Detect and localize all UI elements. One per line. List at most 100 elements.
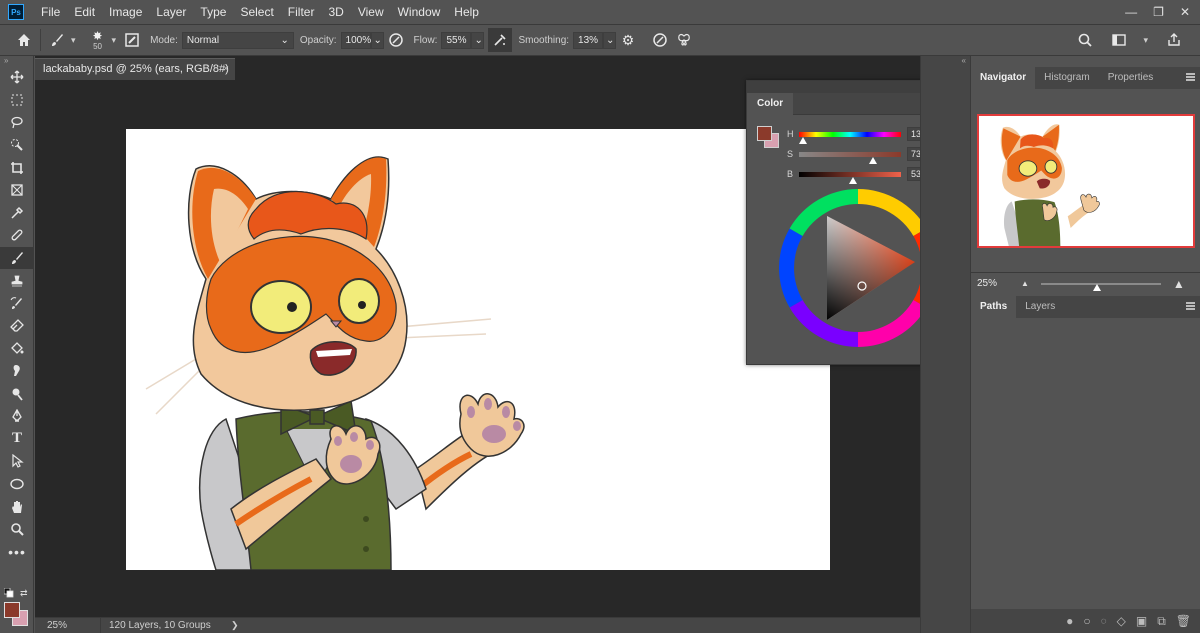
- chevron-down-icon[interactable]: ▾: [71, 35, 76, 46]
- stroke-path-icon[interactable]: ○: [1083, 614, 1090, 628]
- hand-tool-icon[interactable]: [0, 495, 34, 518]
- share-icon[interactable]: [1162, 28, 1186, 52]
- close-button[interactable]: ✕: [1180, 5, 1190, 19]
- menu-help[interactable]: Help: [447, 0, 486, 24]
- collapse-arrows-icon[interactable]: «: [921, 56, 970, 66]
- maximize-button[interactable]: ❐: [1153, 5, 1164, 19]
- new-path-icon[interactable]: ⧉: [1157, 614, 1166, 629]
- brush-tool-icon[interactable]: [45, 28, 69, 52]
- smoothing-input[interactable]: 13%: [573, 31, 604, 49]
- saturation-slider-thumb[interactable]: [869, 156, 877, 164]
- brush-tool-icon[interactable]: [0, 246, 34, 270]
- zoom-tool-icon[interactable]: [0, 518, 34, 541]
- paint-bucket-tool-icon[interactable]: [0, 337, 34, 360]
- menu-file[interactable]: File: [34, 0, 67, 24]
- eyedropper-tool-icon[interactable]: [0, 202, 34, 225]
- brush-preset-picker[interactable]: ✸ 50: [86, 30, 110, 51]
- menu-layer[interactable]: Layer: [149, 0, 193, 24]
- document-tab[interactable]: lackababy.psd @ 25% (ears, RGB/8#) ×: [35, 58, 235, 80]
- gear-icon[interactable]: ⚙: [616, 28, 640, 52]
- airbrush-icon[interactable]: [488, 28, 513, 52]
- zoom-in-icon[interactable]: ▲: [1173, 277, 1185, 291]
- type-tool-icon[interactable]: T: [0, 428, 34, 451]
- canvas[interactable]: [126, 129, 830, 570]
- close-tab-icon[interactable]: ×: [223, 59, 229, 80]
- paths-list[interactable]: [971, 321, 1200, 611]
- brightness-slider[interactable]: [799, 171, 901, 184]
- zoom-level-field[interactable]: 25%: [35, 618, 101, 633]
- chevron-down-icon[interactable]: ▾: [112, 35, 117, 46]
- workspace-icon[interactable]: [1107, 28, 1131, 52]
- color-panel-foreground-swatch[interactable]: [757, 126, 772, 141]
- tab-color[interactable]: Color: [747, 92, 794, 115]
- chevron-down-icon[interactable]: ▾: [1143, 35, 1148, 46]
- zoom-out-icon[interactable]: ▲: [1021, 279, 1029, 288]
- color-wheel[interactable]: [777, 187, 939, 349]
- pressure-size-icon[interactable]: [648, 28, 672, 52]
- mode-select[interactable]: Normal ⌄: [181, 31, 294, 49]
- saturation-slider[interactable]: [799, 151, 901, 164]
- dodge-tool-icon[interactable]: [0, 382, 34, 405]
- marquee-tool-icon[interactable]: [0, 89, 34, 112]
- swap-colors-icon[interactable]: ⇄: [20, 588, 28, 599]
- history-brush-tool-icon[interactable]: [0, 292, 34, 315]
- menu-type[interactable]: Type: [193, 0, 233, 24]
- clone-stamp-tool-icon[interactable]: [0, 269, 34, 292]
- lasso-tool-icon[interactable]: [0, 111, 34, 134]
- pen-tool-icon[interactable]: [0, 405, 34, 428]
- menu-filter[interactable]: Filter: [281, 0, 322, 24]
- more-tools-icon[interactable]: •••: [0, 540, 34, 563]
- navigator-zoom-thumb[interactable]: [1092, 283, 1101, 291]
- navigator-zoom-value[interactable]: 25%: [977, 278, 1013, 289]
- menu-view[interactable]: View: [351, 0, 391, 24]
- fill-path-icon[interactable]: ●: [1066, 614, 1073, 628]
- default-colors-icon[interactable]: [3, 587, 14, 598]
- collapse-arrows-icon[interactable]: »: [0, 56, 33, 66]
- tab-properties[interactable]: Properties: [1099, 67, 1163, 89]
- ellipse-tool-icon[interactable]: [0, 473, 34, 496]
- home-icon[interactable]: [12, 28, 36, 52]
- hue-slider[interactable]: [799, 131, 901, 144]
- hue-slider-thumb[interactable]: [799, 136, 807, 144]
- opacity-input[interactable]: 100%: [340, 31, 371, 49]
- path-selection-tool-icon[interactable]: [0, 450, 34, 473]
- brush-settings-icon[interactable]: [120, 28, 144, 52]
- symmetry-butterfly-icon[interactable]: [672, 28, 696, 52]
- tab-paths[interactable]: Paths: [971, 296, 1017, 318]
- pressure-opacity-icon[interactable]: [384, 28, 408, 52]
- flow-input[interactable]: 55%: [441, 31, 472, 49]
- menu-edit[interactable]: Edit: [67, 0, 102, 24]
- panel-menu-icon[interactable]: [1186, 73, 1195, 81]
- opacity-dropdown[interactable]: ⌄: [370, 31, 384, 49]
- menu-window[interactable]: Window: [391, 0, 448, 24]
- healing-brush-tool-icon[interactable]: [0, 224, 34, 247]
- tab-histogram[interactable]: Histogram: [1035, 67, 1099, 89]
- minimize-button[interactable]: —: [1125, 5, 1137, 19]
- menu-select[interactable]: Select: [233, 0, 280, 24]
- foreground-color-swatch[interactable]: [4, 602, 20, 618]
- smudge-tool-icon[interactable]: [0, 360, 34, 383]
- quick-selection-tool-icon[interactable]: [0, 134, 34, 157]
- trash-icon[interactable]: 🗑: [1176, 614, 1191, 628]
- tab-navigator[interactable]: Navigator: [971, 67, 1036, 89]
- move-tool-icon[interactable]: [0, 66, 34, 89]
- smoothing-dropdown[interactable]: ⌄: [603, 31, 617, 49]
- crop-tool-icon[interactable]: [0, 156, 34, 179]
- menu-3d[interactable]: 3D: [321, 0, 350, 24]
- frame-tool-icon[interactable]: [0, 179, 34, 202]
- tab-layers[interactable]: Layers: [1016, 296, 1064, 318]
- menu-image[interactable]: Image: [102, 0, 149, 24]
- navigator-preview[interactable]: [977, 114, 1195, 248]
- add-mask-icon[interactable]: ▣: [1136, 614, 1147, 628]
- search-icon[interactable]: [1073, 28, 1097, 52]
- navigator-zoom-slider[interactable]: [1040, 282, 1161, 291]
- make-work-path-icon[interactable]: ◇: [1117, 614, 1126, 628]
- eraser-tool-icon[interactable]: [0, 315, 34, 338]
- photoshop-logo: Ps: [8, 4, 24, 20]
- options-right-tools: ▾: [1073, 28, 1186, 52]
- chevron-right-icon[interactable]: ❯: [231, 620, 239, 631]
- brightness-slider-thumb[interactable]: [849, 176, 857, 184]
- load-selection-icon[interactable]: ◌: [1101, 616, 1107, 627]
- flow-dropdown[interactable]: ⌄: [471, 31, 485, 49]
- panel-menu-icon[interactable]: [1186, 302, 1195, 310]
